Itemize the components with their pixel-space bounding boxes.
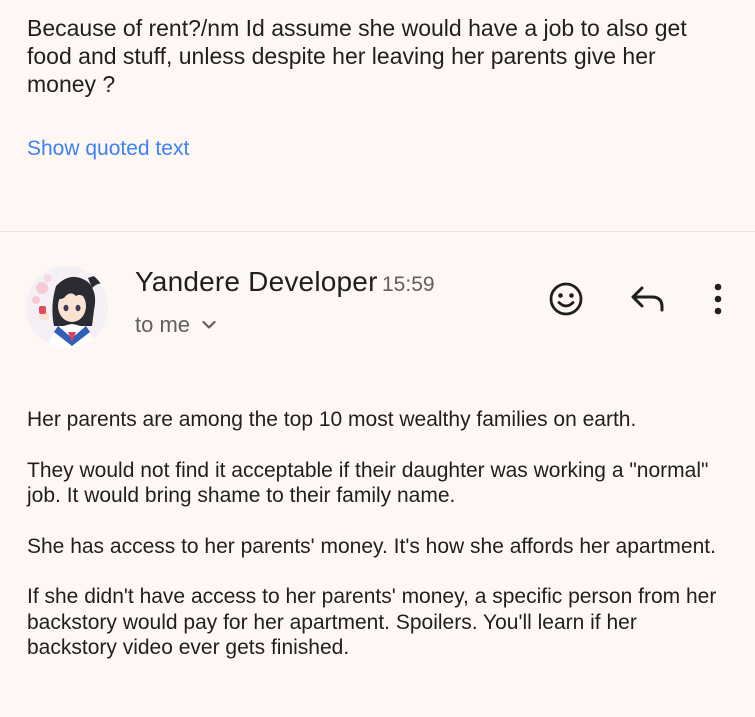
- reply-button[interactable]: [628, 279, 668, 319]
- quoted-message-body: Because of rent?/nm Id assume she would …: [27, 14, 727, 98]
- add-reaction-button[interactable]: [546, 279, 586, 319]
- chevron-down-icon: [202, 320, 216, 329]
- message-paragraph: If she didn't have access to her parents…: [27, 585, 717, 659]
- message-paragraph: They would not find it acceptable if the…: [27, 458, 709, 508]
- sender-name[interactable]: Yandere Developer: [135, 266, 378, 298]
- recipient-label: to me: [135, 312, 191, 337]
- message-paragraph: She has access to her parents' money. It…: [27, 534, 716, 558]
- message-time: 15:59: [382, 273, 435, 296]
- anime-character-avatar-icon: [26, 266, 108, 348]
- message-paragraph: Her parents are among the top 10 most we…: [27, 408, 637, 431]
- reply-arrow-icon: [631, 286, 664, 312]
- quoted-message-text: Because of rent?/nm Id assume she would …: [27, 15, 687, 97]
- recipient-details-toggle[interactable]: to me: [135, 312, 216, 338]
- smiley-face-icon: [549, 282, 583, 316]
- show-quoted-text-link[interactable]: Show quoted text: [27, 137, 189, 161]
- vertical-dots-icon: [714, 283, 722, 315]
- sender-avatar[interactable]: [26, 266, 108, 348]
- message-body: Her parents are among the top 10 most we…: [27, 407, 727, 686]
- message-divider: [0, 231, 755, 232]
- more-options-button[interactable]: [698, 279, 738, 319]
